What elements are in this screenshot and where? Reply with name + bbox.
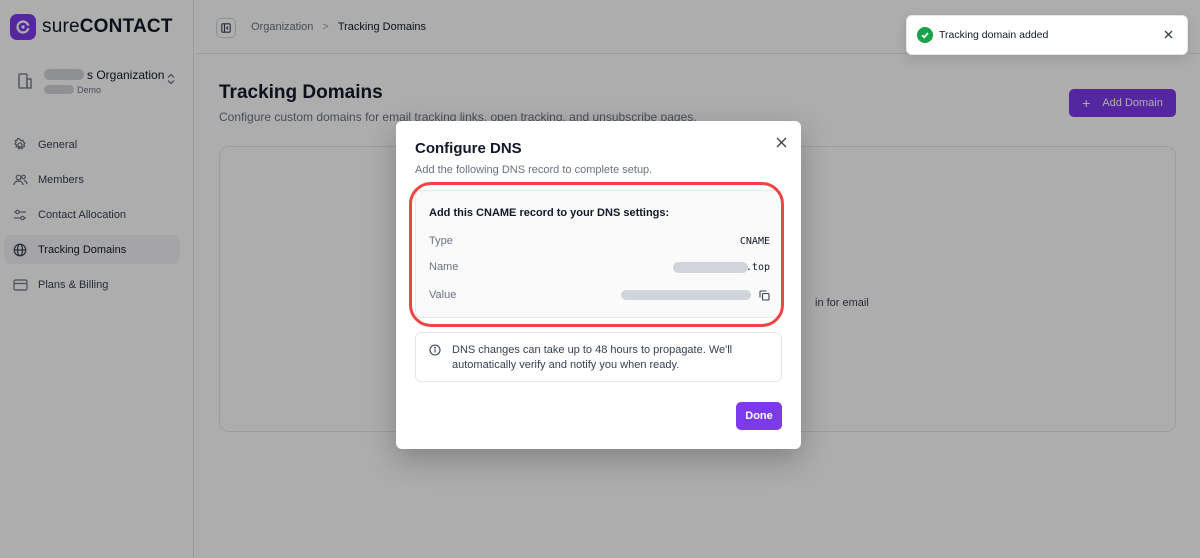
record-value-text: CNAME — [739, 235, 770, 247]
record-label: Name — [429, 261, 459, 273]
record-value — [621, 289, 770, 301]
record-row-value: Value — [429, 287, 770, 303]
dialog-subtitle: Add the following DNS record to complete… — [415, 164, 653, 176]
toast-notification: Tracking domain added — [906, 15, 1188, 55]
dns-record-box: Add this CNAME record to your DNS settin… — [415, 190, 782, 318]
record-value: .top — [672, 261, 770, 273]
dialog-title: Configure DNS — [415, 140, 522, 157]
dns-info-notice: DNS changes can take up to 48 hours to p… — [415, 332, 782, 382]
check-circle-icon — [917, 27, 933, 43]
record-label: Type — [429, 235, 453, 247]
info-icon — [429, 343, 441, 361]
record-row-type: Type CNAME — [429, 233, 770, 249]
record-label: Value — [429, 289, 457, 301]
info-text: DNS changes can take up to 48 hours to p… — [452, 344, 733, 371]
record-value: CNAME — [740, 236, 770, 247]
record-value-text: .top — [745, 261, 770, 273]
toast-message: Tracking domain added — [939, 29, 1049, 41]
configure-dns-dialog: Configure DNS Add the following DNS reco… — [396, 121, 801, 449]
close-icon[interactable] — [1164, 28, 1173, 42]
close-icon[interactable] — [776, 135, 787, 151]
copy-icon[interactable] — [759, 289, 770, 301]
redacted-text — [672, 261, 748, 273]
record-row-name: Name .top — [429, 259, 770, 275]
done-button[interactable]: Done — [736, 402, 782, 430]
record-heading: Add this CNAME record to your DNS settin… — [429, 207, 670, 219]
redacted-text — [621, 290, 751, 300]
